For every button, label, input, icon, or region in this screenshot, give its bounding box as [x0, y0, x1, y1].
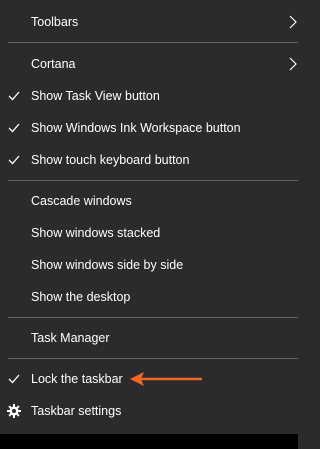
menu-item-show-touch-keyboard-button[interactable]: Show touch keyboard button — [0, 144, 298, 176]
menu-item-label: Task Manager — [31, 331, 110, 345]
menu-separator — [8, 42, 298, 43]
menu-item-show-windows-ink-workspace-button[interactable]: Show Windows Ink Workspace button — [0, 112, 298, 144]
menu-item-label: Show the desktop — [31, 290, 131, 304]
menu-item-label: Lock the taskbar — [31, 372, 123, 386]
menu-item-show-windows-side-by-side[interactable]: Show windows side by side — [0, 249, 298, 281]
chevron-right-icon — [289, 57, 297, 71]
menu-item-cascade-windows[interactable]: Cascade windows — [0, 185, 298, 217]
menu-item-label: Show windows side by side — [31, 258, 184, 272]
menu-item-label: Show Windows Ink Workspace button — [31, 121, 241, 135]
gear-icon — [7, 404, 21, 418]
chevron-right-icon — [289, 15, 297, 29]
menu-item-label: Show windows stacked — [31, 226, 161, 240]
checkmark-icon — [8, 123, 20, 133]
taskbar-strip — [0, 434, 298, 449]
menu-item-task-manager[interactable]: Task Manager — [0, 322, 298, 354]
menu-item-label: Toolbars — [31, 15, 79, 29]
menu-item-show-task-view-button[interactable]: Show Task View button — [0, 80, 298, 112]
menu-separator — [8, 180, 298, 181]
taskbar-context-menu: Toolbars Cortana Show Task View button S… — [0, 0, 298, 434]
menu-item-label: Cortana — [31, 57, 76, 71]
menu-separator — [8, 358, 298, 359]
checkmark-icon — [8, 91, 20, 101]
checkmark-icon — [8, 155, 20, 165]
menu-item-show-the-desktop[interactable]: Show the desktop — [0, 281, 298, 313]
menu-item-label: Cascade windows — [31, 194, 132, 208]
menu-item-cortana[interactable]: Cortana — [0, 48, 298, 80]
menu-item-label: Show Task View button — [31, 89, 160, 103]
checkmark-icon — [8, 374, 20, 384]
menu-item-show-windows-stacked[interactable]: Show windows stacked — [0, 217, 298, 249]
menu-item-label: Show touch keyboard button — [31, 153, 190, 167]
menu-separator — [8, 317, 298, 318]
menu-item-taskbar-settings[interactable]: Taskbar settings — [0, 395, 298, 427]
annotation-arrow-icon — [130, 372, 202, 386]
menu-item-label: Taskbar settings — [31, 404, 122, 418]
menu-item-toolbars[interactable]: Toolbars — [0, 6, 298, 38]
